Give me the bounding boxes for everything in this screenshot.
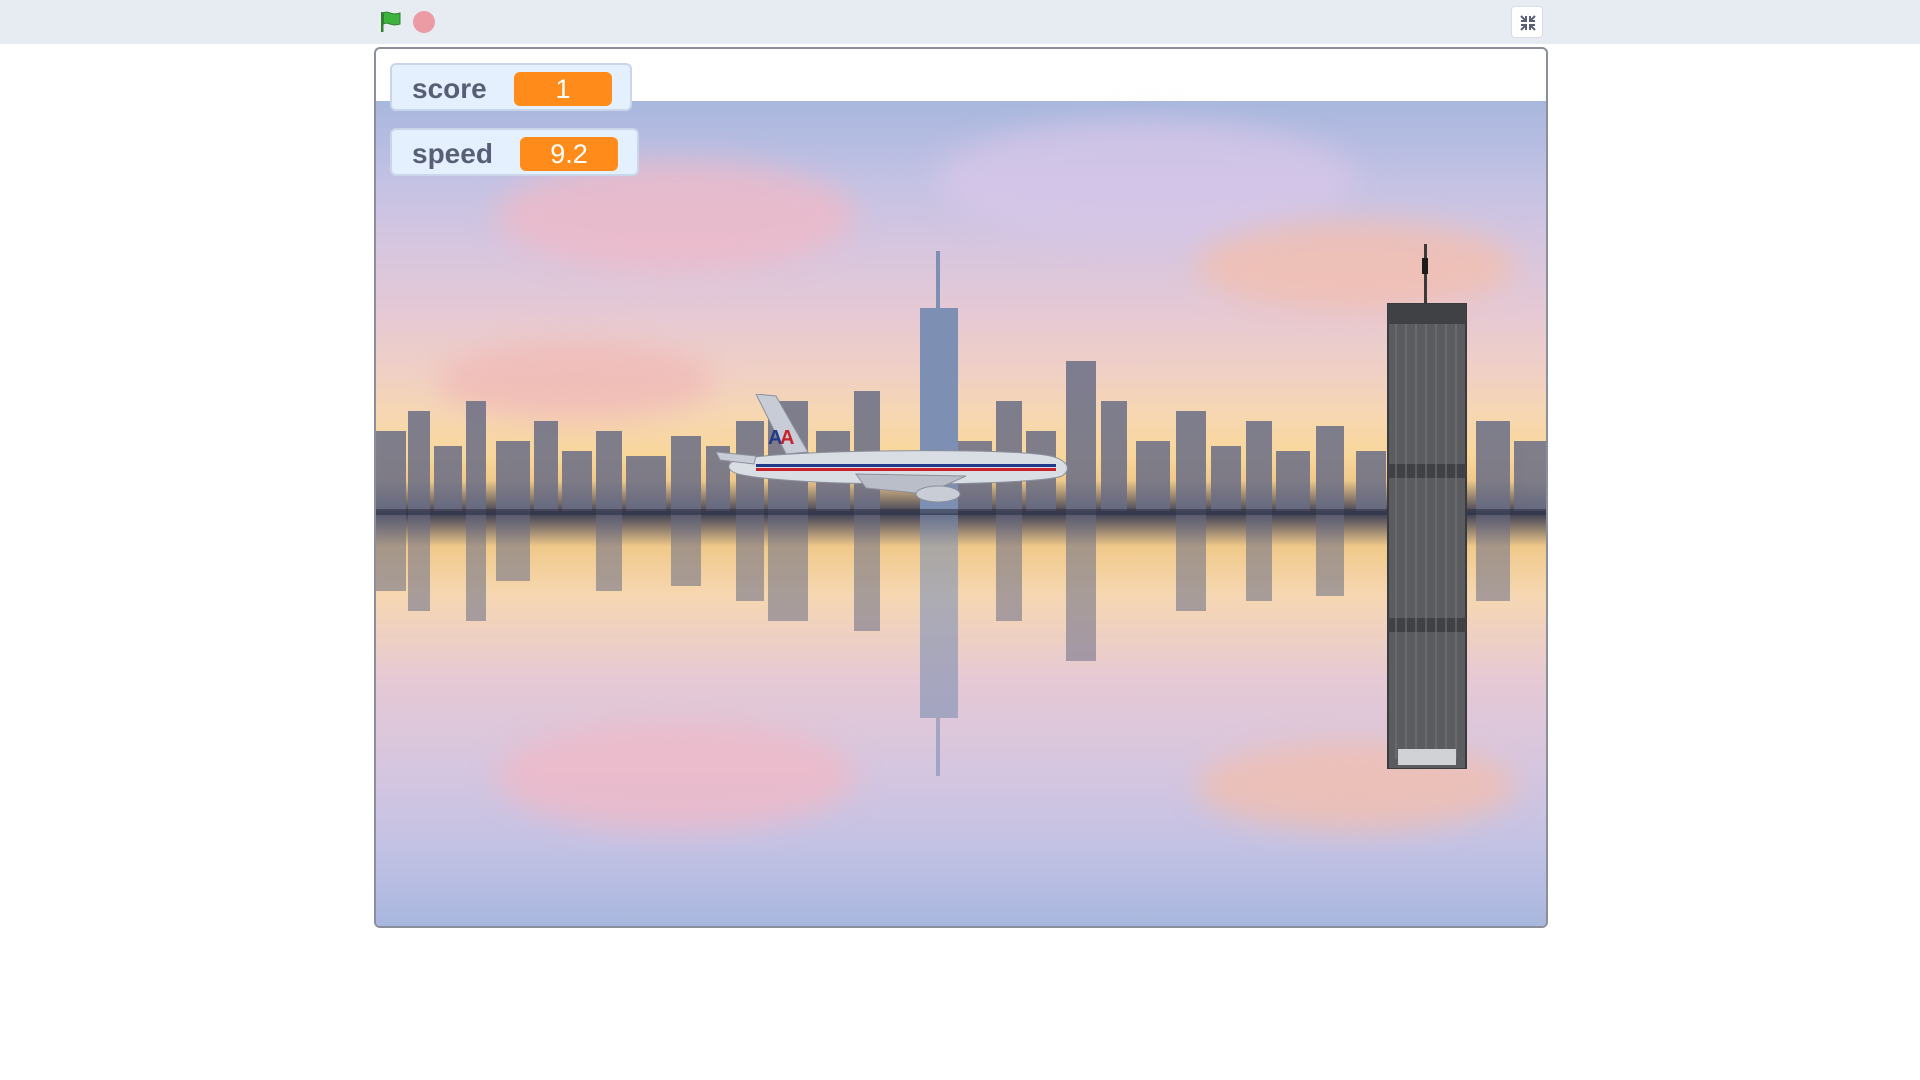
svg-text:A: A (780, 427, 794, 449)
score-label: score (412, 73, 487, 104)
stage[interactable]: A A score 1 speed 9.2 (374, 47, 1548, 928)
speed-value: 9.2 (520, 137, 618, 171)
stage-header (0, 0, 1920, 44)
exit-fullscreen-button[interactable] (1511, 6, 1543, 38)
stop-button[interactable] (413, 11, 435, 33)
tower-sprite[interactable] (1386, 244, 1468, 769)
score-value: 1 (514, 72, 612, 106)
exit-fullscreen-icon (1520, 15, 1536, 31)
city-skyline (376, 251, 1546, 776)
green-flag-button[interactable] (378, 10, 404, 34)
green-flag-icon (381, 11, 401, 32)
speed-label: speed (412, 138, 493, 169)
backdrop-city-skyline (376, 101, 1546, 926)
score-monitor[interactable]: score 1 (390, 63, 632, 111)
airplane-sprite[interactable]: A A (716, 394, 1076, 504)
speed-monitor[interactable]: speed 9.2 (390, 128, 639, 176)
